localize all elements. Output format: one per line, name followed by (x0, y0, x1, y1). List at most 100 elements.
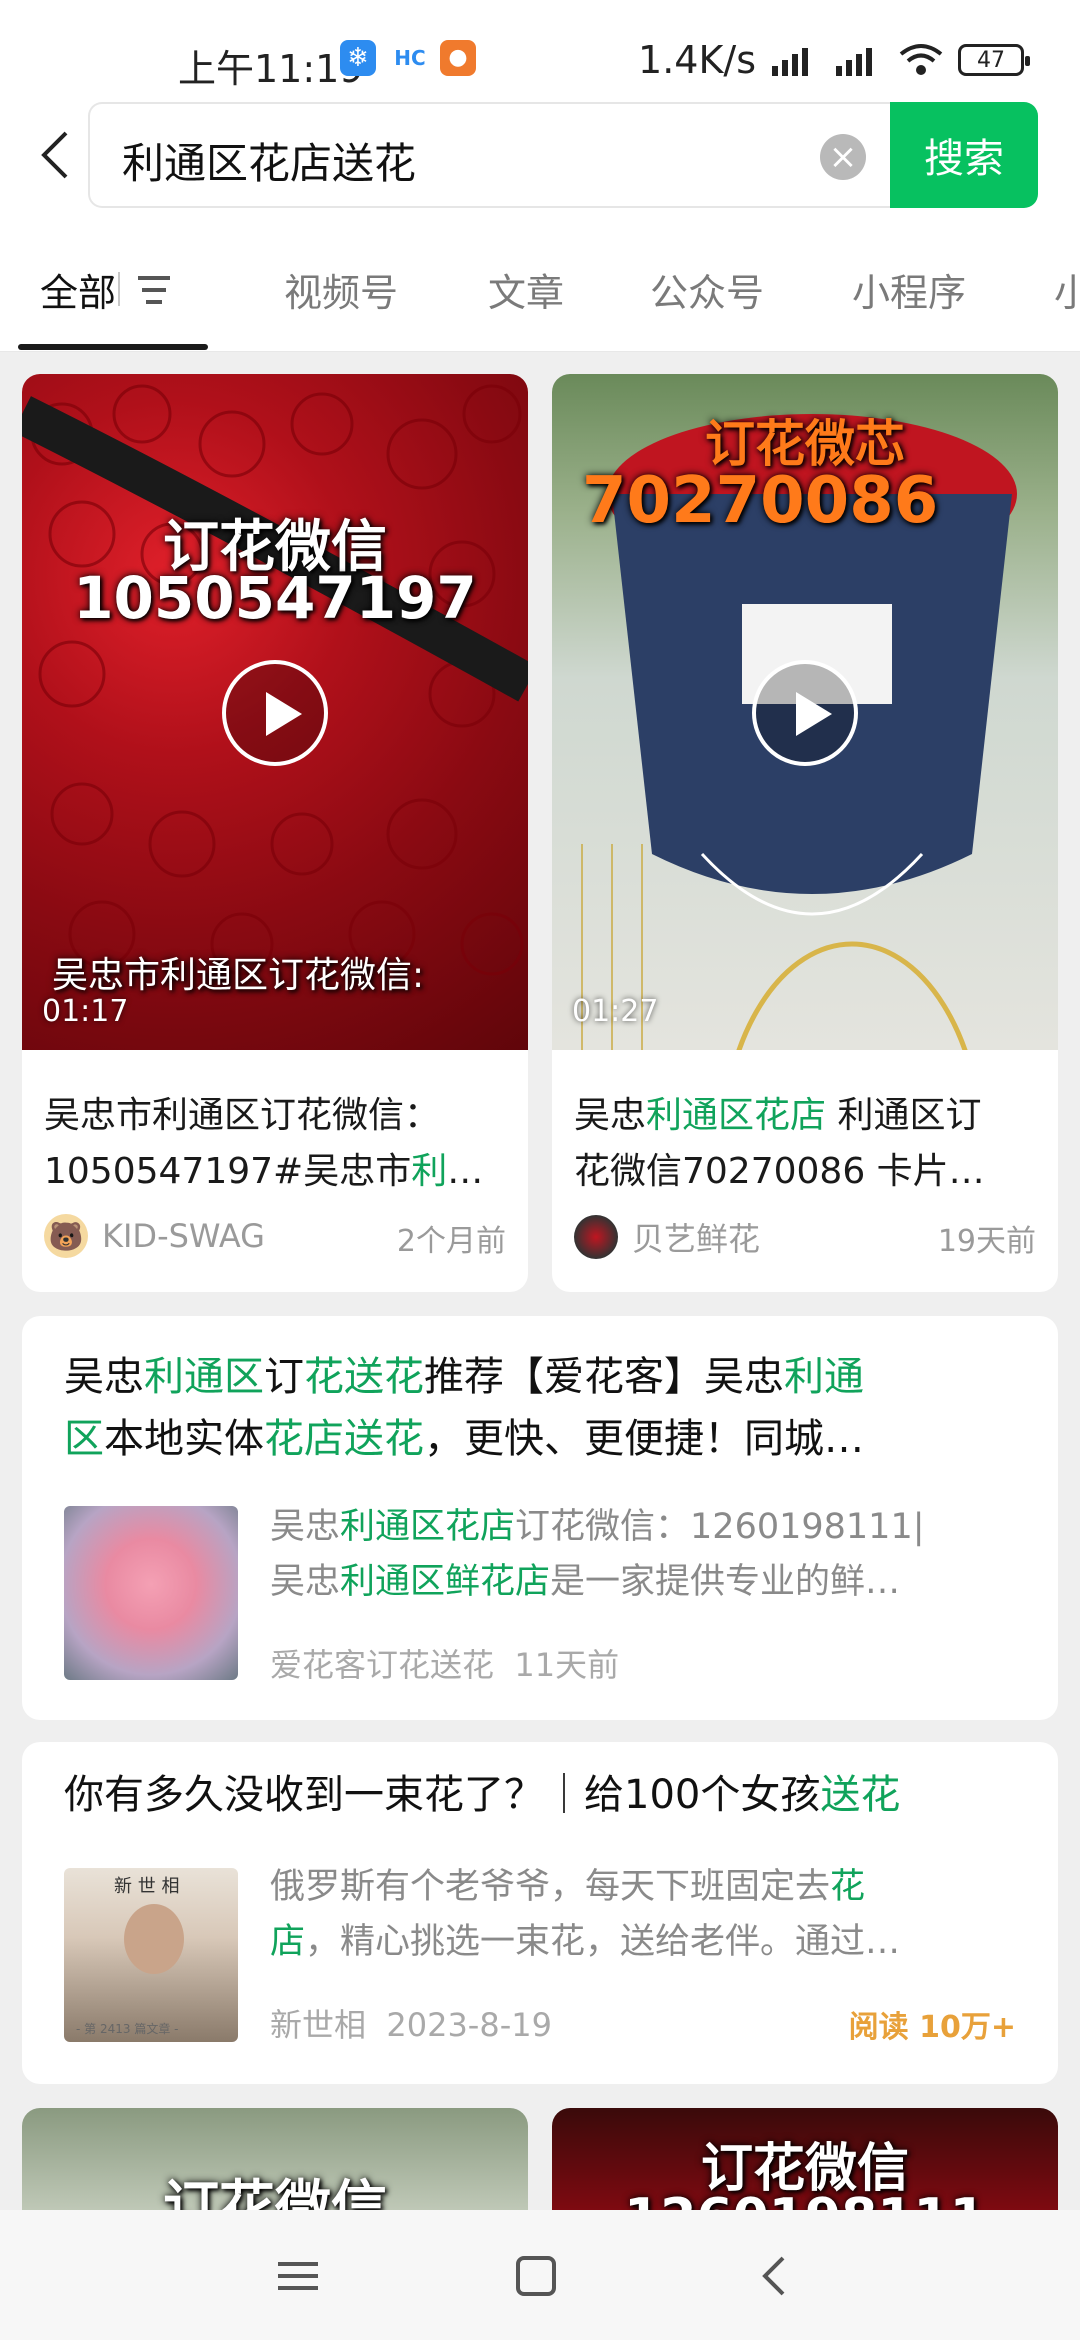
title-highlight: 送花 (820, 1772, 901, 1818)
title-part: 利通区订 (826, 1095, 982, 1136)
tab-all[interactable]: 全部 (40, 262, 116, 317)
video-duration: 01:17 (42, 994, 129, 1029)
desc-part: ，精心挑选一束花，送给老伴。通过… (305, 1922, 901, 1962)
title-part: 花微信70270086 卡片… (574, 1151, 985, 1192)
chevron-left-icon (41, 131, 68, 179)
battery-icon: 47 (958, 44, 1030, 76)
title-part: 订 (264, 1354, 304, 1400)
bear-avatar-icon: 🐻 (44, 1214, 88, 1258)
article-time: 2023-8-19 (386, 2006, 552, 2044)
tab-mini-programs[interactable]: 小程序 (852, 262, 966, 317)
read-count: 阅读 10万+ (848, 2010, 1016, 2045)
title-part: 吴忠 (64, 1354, 144, 1400)
snowflake-app-icon: ❄ (340, 40, 376, 76)
thumb-overlay-line2: 1050547197 (73, 564, 477, 632)
menu-button[interactable] (268, 2246, 328, 2306)
thumb-caption: - 第 2413 篇文章 - (76, 2022, 179, 2036)
video-card[interactable]: 订花微信 1050547197 吴忠市利通区订花微信: 01:17 吴忠市利通区… (22, 374, 528, 1292)
net-speed: 1.4K/s (638, 38, 756, 82)
desc-highlight: 利通区鲜花店 (340, 1562, 551, 1602)
thumb-overlay-bottom: 吴忠市利通区订花微信: (52, 955, 425, 996)
desc-part: 吴忠 (270, 1507, 341, 1547)
title-part: 推荐【爱花客】吴忠 (424, 1354, 784, 1400)
tab-articles[interactable]: 文章 (488, 262, 564, 317)
video-thumbnail[interactable]: 订花微信 1050547197 吴忠市利通区订花微信: 01:17 (22, 374, 528, 1050)
back-button[interactable] (30, 120, 80, 190)
square-icon (516, 2256, 556, 2296)
play-icon[interactable] (752, 660, 858, 766)
video-title[interactable]: 吴忠利通区花店 利通区订 花微信70270086 卡片… (574, 1088, 1054, 1200)
status-bar: 上午11:19 ❄ HC ● 1.4K/s 47 (0, 0, 1080, 100)
system-nav-bar (0, 2210, 1080, 2340)
video-time: 19天前 (937, 1224, 1036, 1259)
video-title[interactable]: 吴忠市利通区订花微信： 1050547197#吴忠市利… (44, 1088, 524, 1200)
article-title[interactable]: 你有多久没收到一束花了？｜给100个女孩送花 (64, 1764, 1034, 1826)
tab-official-accounts[interactable]: 公众号 (650, 262, 764, 317)
thumb-label: 新 世 相 (114, 1876, 180, 1897)
desc-highlight: 店 (270, 1922, 306, 1962)
signal-icon (772, 48, 808, 76)
article-card[interactable]: 吴忠利通区订花送花推荐【爱花客】吴忠利通 区本地实体花店送花，更快、更便捷！同城…… (22, 1316, 1058, 1720)
desc-highlight: 利通区花店 (340, 1507, 516, 1547)
article-meta: 新世相 2023-8-19 (270, 2000, 552, 2046)
article-source[interactable]: 新世相 (270, 2006, 366, 2044)
title-part: 1050547197#吴忠市 (44, 1151, 412, 1192)
title-part: … (447, 1151, 484, 1192)
article-time: 11天前 (514, 1646, 620, 1684)
title-highlight: 花送花 (304, 1354, 424, 1400)
article-thumbnail[interactable] (64, 1506, 238, 1680)
filter-icon[interactable] (132, 270, 176, 310)
video-time: 2个月前 (396, 1224, 506, 1259)
title-highlight: 利通区花店 (646, 1095, 827, 1136)
search-input[interactable]: 利通区花店送花 × (88, 102, 958, 208)
desc-part: 吴忠 (270, 1562, 341, 1602)
home-button[interactable] (506, 2246, 566, 2306)
video-thumbnail[interactable]: 订花微芯 70270086 01:27 (552, 374, 1058, 1050)
search-button[interactable]: 搜索 (890, 102, 1038, 208)
article-meta: 爱花客订花送花 11天前 (270, 1640, 619, 1686)
status-right: 1.4K/s 47 (638, 38, 1030, 82)
title-highlight: 利通区 (144, 1354, 264, 1400)
article-thumbnail[interactable]: 新 世 相 - 第 2413 篇文章 - (64, 1868, 238, 2042)
active-tab-indicator (18, 344, 208, 350)
play-icon[interactable] (222, 660, 328, 766)
article-source[interactable]: 爱花客订花送花 (270, 1646, 494, 1684)
desc-part: 俄罗斯有个老爷爷，每天下班固定去 (270, 1867, 831, 1907)
portrait-shape (124, 1904, 184, 1974)
search-bar: 利通区花店送花 × 搜索 (0, 100, 1080, 220)
title-highlight: 区 (64, 1416, 104, 1462)
rose-avatar-icon (574, 1215, 618, 1259)
menu-icon (278, 2262, 318, 2290)
pet-app-icon: ● (440, 40, 476, 76)
battery-level: 47 (977, 47, 1005, 73)
clear-icon[interactable]: × (820, 134, 866, 180)
video-author[interactable]: 贝艺鲜花 (632, 1214, 760, 1260)
article-card[interactable]: 你有多久没收到一束花了？｜给100个女孩送花 新 世 相 - 第 2413 篇文… (22, 1742, 1058, 2084)
signal-2-icon (836, 48, 872, 76)
title-part: ，更快、更便捷！同城… (424, 1416, 864, 1462)
tab-divider (118, 272, 120, 306)
video-author[interactable]: KID-SWAG (102, 1217, 265, 1255)
video-duration: 01:27 (572, 994, 659, 1029)
back-nav-button[interactable] (744, 2246, 804, 2306)
title-highlight: 利通 (784, 1354, 864, 1400)
video-card[interactable]: 订花微芯 70270086 01:27 吴忠利通区花店 利通区订 花微信7027… (552, 374, 1058, 1292)
hc-app-icon: HC (392, 40, 428, 76)
title-part: 你有多久没收到一束花了？｜给100个女孩 (64, 1772, 821, 1818)
tab-channels[interactable]: 视频号 (284, 262, 398, 317)
wifi-icon (899, 44, 943, 75)
title-part: 吴忠市利通区订花微信： (44, 1095, 441, 1136)
article-desc: 吴忠利通区花店订花微信：1260198111| 吴忠利通区鲜花店是一家提供专业的鲜… (270, 1500, 1030, 1610)
status-time: 上午11:19 (178, 47, 364, 91)
article-title[interactable]: 吴忠利通区订花送花推荐【爱花客】吴忠利通 区本地实体花店送花，更快、更便捷！同城… (64, 1346, 1034, 1470)
article-desc: 俄罗斯有个老爷爷，每天下班固定去花店，精心挑选一束花，送给老伴。通过… (270, 1860, 1030, 1970)
desc-part: 订花微信：1260198111| (515, 1507, 925, 1547)
search-query: 利通区花店送花 (122, 139, 417, 188)
title-part: 吴忠 (574, 1095, 647, 1136)
title-highlight: 花店送花 (264, 1416, 424, 1462)
title-highlight: 利 (411, 1151, 448, 1192)
video-meta: 🐻 KID-SWAG (44, 1214, 265, 1258)
tab-bar: 全部 视频号 文章 公众号 小程序 小 (0, 220, 1080, 352)
tab-more[interactable]: 小 (1054, 262, 1080, 317)
desc-highlight: 花 (830, 1867, 866, 1907)
